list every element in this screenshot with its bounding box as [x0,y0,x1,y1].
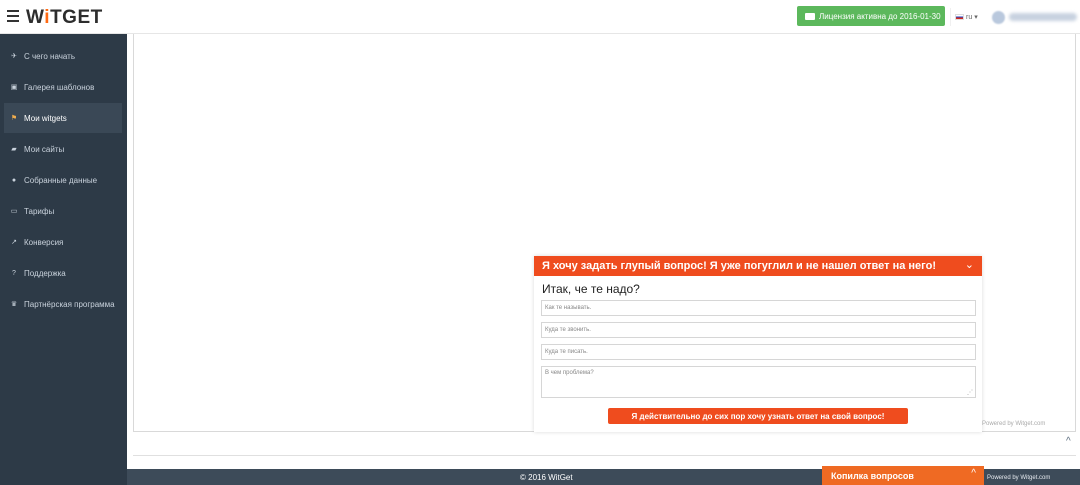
sidebar-item-collected-data[interactable]: ● Собранные данные [0,165,127,195]
sidebar: ✈ С чего начать ▣ Галерея шаблонов ⚑ Мои… [0,34,127,485]
license-label: Лицензия активна до 2016-01-30 [819,11,941,21]
logo[interactable]: WiTGET [26,7,103,29]
chevron-down-icon[interactable]: ⌄ [965,258,974,271]
credit-card-icon [805,12,815,20]
question-bank-label: Копилка вопросов [831,470,914,481]
problem-textarea[interactable]: В чем проблема? ⋰ [541,366,976,398]
problem-placeholder: В чем проблема? [545,370,594,376]
sidebar-item-partner-program[interactable]: ♛ Партнёрская программа [0,289,127,319]
trophy-icon: ♛ [10,301,18,308]
chevron-up-icon: ^ [971,468,976,479]
sidebar-item-label: Мои сайты [24,144,65,154]
folder-icon: ▰ [11,146,17,153]
sidebar-item-support[interactable]: ? Поддержка [0,258,127,288]
resize-grip-icon[interactable]: ⋰ [967,389,973,396]
divider [133,455,1076,456]
avatar [992,10,1005,24]
name-placeholder: Как те называть. [545,305,592,311]
sidebar-item-tariffs[interactable]: ▭ Тарифы [0,196,127,226]
widget-powered-by[interactable]: Powered by Witget.com [982,421,1045,427]
money-icon: ▭ [10,208,18,215]
logo-part: TGET [50,7,103,28]
sidebar-item-label: Собранные данные [24,175,98,185]
sidebar-item-label: Поддержка [24,268,66,278]
user-menu[interactable] [988,8,1080,26]
widget-header[interactable]: Я хочу задать глупый вопрос! Я уже погуг… [534,256,982,276]
logo-part: W [26,7,45,28]
caret-down-icon: ▾ [974,14,978,21]
copyright: © 2016 WitGet [520,473,573,482]
sidebar-item-conversion[interactable]: ↗ Конверсия [0,227,127,257]
submit-question-button[interactable]: Я действительно до сих пор хочу узнать о… [608,408,908,424]
sidebar-item-label: Мои witgets [24,113,67,123]
question-widget: Я хочу задать глупый вопрос! Я уже погуг… [534,256,982,432]
submit-label: Я действительно до сих пор хочу узнать о… [631,411,885,421]
russia-flag-icon [955,14,964,20]
sidebar-item-label: Тарифы [24,206,55,216]
rocket-icon: ✈ [11,53,17,60]
question-icon: ? [12,269,16,277]
hamburger-menu-icon[interactable] [7,10,19,22]
user-email-redacted [1009,13,1077,21]
sidebar-item-template-gallery[interactable]: ▣ Галерея шаблонов [0,72,127,102]
top-bar: WiTGET Лицензия активна до 2016-01-30 ru… [0,0,1080,34]
name-field[interactable]: Как те называть. [541,300,976,316]
gallery-icon: ▣ [10,84,18,91]
sidebar-item-getting-started[interactable]: ✈ С чего начать [0,41,127,71]
sidebar-item-label: Партнёрская программа [24,299,115,309]
question-bank-button[interactable]: Копилка вопросов ^ [822,466,984,485]
sidebar-item-label: Конверсия [24,237,64,247]
user-icon: ● [11,176,17,184]
scroll-up-icon[interactable]: ^ [1066,436,1071,447]
sidebar-item-label: С чего начать [24,51,75,61]
widget-header-text: Я хочу задать глупый вопрос! Я уже погуг… [542,260,936,272]
phone-field[interactable]: Куда те звонить. [541,322,976,338]
footer-powered-by[interactable]: Powered by Witget.com [987,475,1050,481]
license-status-button[interactable]: Лицензия активна до 2016-01-30 [797,6,945,26]
sidebar-item-my-sites[interactable]: ▰ Мои сайты [0,134,127,164]
language-selector[interactable]: ru ▾ [950,8,982,26]
email-field[interactable]: Куда те писать. [541,344,976,360]
widget-subtitle: Итак, че те надо? [542,282,640,296]
sidebar-item-label: Галерея шаблонов [24,82,95,92]
sidebar-item-my-witgets[interactable]: ⚑ Мои witgets [4,103,122,133]
flag-icon: ⚑ [10,115,18,122]
chart-icon: ↗ [11,239,17,246]
email-placeholder: Куда те писать. [545,349,588,355]
phone-placeholder: Куда те звонить. [545,327,591,333]
language-code: ru [966,13,973,21]
